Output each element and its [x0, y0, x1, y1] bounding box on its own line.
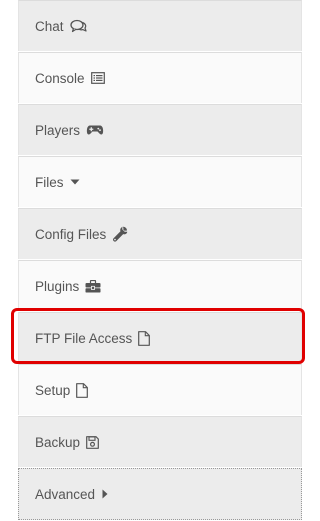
menu-item-label: Advanced — [35, 486, 96, 502]
gamepad-icon — [86, 124, 104, 136]
wrench-icon — [112, 226, 128, 242]
menu-item-label: Config Files — [35, 226, 107, 242]
menu-item-console[interactable]: Console — [18, 52, 302, 103]
menu-item-config-files[interactable]: Config Files — [18, 208, 302, 259]
menu-item-files[interactable]: Files — [18, 156, 302, 207]
sidebar-menu: Chat Console Players Files Config Files … — [18, 0, 302, 521]
menu-item-players[interactable]: Players — [18, 104, 302, 155]
console-list-icon — [90, 72, 105, 84]
menu-item-backup[interactable]: Backup — [18, 416, 302, 467]
menu-item-label: Players — [35, 122, 81, 138]
file-icon — [76, 382, 89, 398]
caret-down-icon — [70, 178, 80, 186]
menu-item-plugins[interactable]: Plugins — [18, 260, 302, 311]
menu-item-label: Console — [35, 70, 85, 86]
menu-item-setup[interactable]: Setup — [18, 364, 302, 415]
menu-item-label: Setup — [35, 382, 71, 398]
menu-item-label: Chat — [35, 18, 64, 34]
menu-item-label: Files — [35, 174, 64, 190]
file-icon — [138, 330, 151, 346]
puzzle-toolbox-icon — [85, 279, 101, 293]
floppy-icon — [86, 435, 99, 449]
caret-right-icon — [101, 489, 109, 499]
menu-item-ftp-file-access[interactable]: FTP File Access — [18, 312, 302, 363]
chat-bubbles-icon — [69, 19, 88, 33]
menu-item-chat[interactable]: Chat — [18, 0, 302, 51]
menu-item-label: FTP File Access — [35, 330, 133, 346]
menu-item-advanced[interactable]: Advanced — [18, 468, 302, 520]
menu-item-label: Backup — [35, 434, 81, 450]
menu-item-label: Plugins — [35, 278, 80, 294]
